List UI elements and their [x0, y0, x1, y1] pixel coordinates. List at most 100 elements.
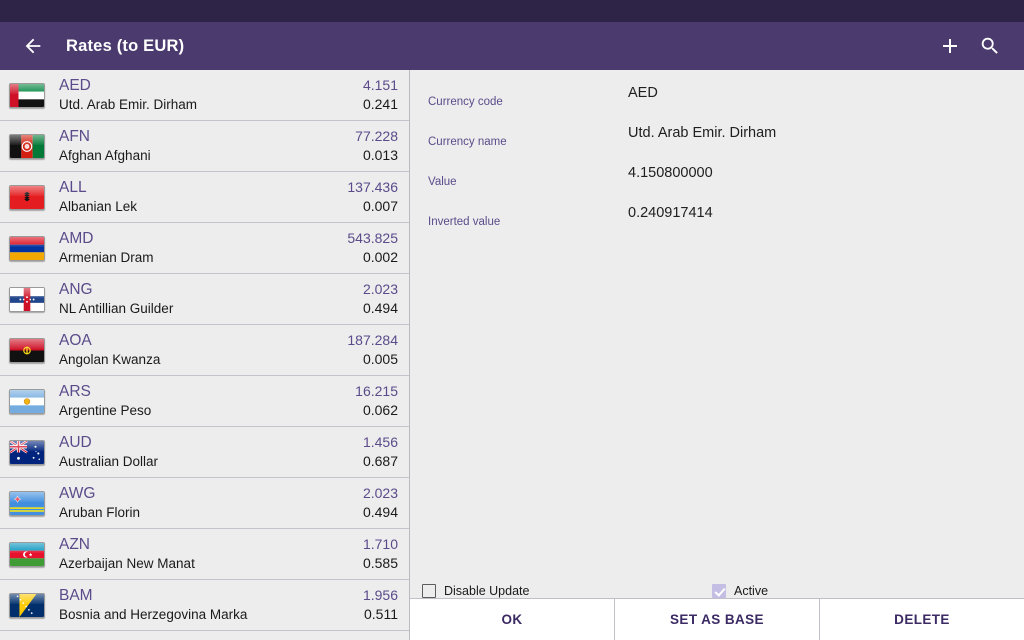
row-text: ANG 2.023 NL Antillian Guilder 0.494 [59, 280, 398, 318]
row-text: ALL 137.436 Albanian Lek 0.007 [59, 178, 398, 216]
currency-name: Aruban Florin [59, 503, 140, 522]
currency-inverted: 0.585 [363, 554, 398, 573]
currency-row-bam[interactable]: BAM 1.956 Bosnia and Herzegovina Marka 0.51… [0, 580, 409, 631]
currency-rate: 543.825 [347, 229, 398, 248]
currency-name: Afghan Afghani [59, 146, 151, 165]
delete-button[interactable]: DELETE [820, 599, 1024, 640]
currency-inverted: 0.005 [363, 350, 398, 369]
search-icon[interactable] [970, 26, 1010, 66]
currency-row-amd[interactable]: AMD543.825Armenian Dram0.002 [0, 223, 409, 274]
ok-button[interactable]: OK [410, 599, 615, 640]
currency-rate: 1.710 [363, 535, 398, 554]
currency-inverted: 0.062 [363, 401, 398, 420]
detail-field-currency-name: Currency nameUtd. Arab Emir. Dirham [428, 124, 1010, 164]
flag-icon-aw [9, 491, 45, 516]
detail-field-label: Currency code [428, 84, 628, 108]
back-icon[interactable] [18, 31, 48, 61]
active-label: Active [734, 584, 768, 598]
currency-name: Azerbaijan New Manat [59, 554, 195, 573]
currency-code: ANG [59, 280, 93, 299]
row-text: AUD1.456Australian Dollar0.687 [59, 433, 398, 471]
status-bar [0, 0, 1024, 22]
detail-field-value: Utd. Arab Emir. Dirham [628, 117, 776, 150]
currency-name: Albanian Lek [59, 197, 137, 216]
active-checkbox[interactable]: Active [712, 584, 768, 598]
flag-icon-az [9, 542, 45, 567]
currency-code: AOA [59, 331, 92, 350]
disable-update-checkbox[interactable]: Disable Update [422, 584, 712, 598]
flag-icon-af [9, 134, 45, 159]
currency-rate: 187.284 [347, 331, 398, 350]
detail-field-input[interactable]: AED [628, 84, 1010, 102]
currency-name: Argentine Peso [59, 401, 151, 420]
action-button-bar: OK SET AS BASE DELETE [410, 598, 1024, 640]
currency-inverted: 0.494 [363, 299, 398, 318]
row-text: AZN 1.710 Azerbaijan New Manat 0.585 [59, 535, 398, 573]
currency-name: Bosnia and Herzegovina Marka [59, 605, 247, 624]
currency-rate: 1.956 [363, 586, 398, 605]
row-text: AOA 187.284 Angolan Kwanza 0.005 [59, 331, 398, 369]
row-text: AED 4.151 Utd. Arab Emir. Dirham 0.241 [59, 76, 398, 114]
flag-icon-an [9, 287, 45, 312]
currency-row-azn[interactable]: AZN 1.710 Azerbaijan New Manat 0.585 [0, 529, 409, 580]
page-title: Rates (to EUR) [66, 37, 184, 56]
currency-row-aud[interactable]: AUD1.456Australian Dollar0.687 [0, 427, 409, 478]
currency-rate: 1.456 [363, 433, 398, 452]
detail-fields: Currency codeAEDCurrency nameUtd. Arab E… [410, 70, 1024, 575]
flag-icon-al [9, 185, 45, 210]
currency-code: AWG [59, 484, 95, 503]
currency-code: ALL [59, 178, 87, 197]
currency-list[interactable]: AED4.151Utd. Arab Emir. Dirham0.241AFN77… [0, 70, 410, 640]
detail-field-input[interactable]: Utd. Arab Emir. Dirham [628, 124, 1010, 142]
currency-inverted: 0.013 [363, 146, 398, 165]
detail-field-label: Currency name [428, 124, 628, 148]
currency-row-all[interactable]: ALL 137.436 Albanian Lek 0.007 [0, 172, 409, 223]
content-body: AED4.151Utd. Arab Emir. Dirham0.241AFN77… [0, 70, 1024, 640]
currency-row-aed[interactable]: AED 4.151 Utd. Arab Emir. Dirham 0.241 [0, 70, 409, 121]
plus-icon[interactable] [930, 26, 970, 66]
disable-update-label: Disable Update [444, 584, 529, 598]
flag-icon-am [9, 236, 45, 261]
flag-icon-au [9, 440, 45, 465]
row-text: AFN77.228Afghan Afghani0.013 [59, 127, 398, 165]
currency-code: AFN [59, 127, 90, 146]
currency-inverted: 0.241 [363, 95, 398, 114]
flag-icon-ba [9, 593, 45, 618]
currency-name: Utd. Arab Emir. Dirham [59, 95, 197, 114]
row-text: ARS 16.215 Argentine Peso 0.062 [59, 382, 398, 420]
currency-row-ars[interactable]: ARS 16.215 Argentine Peso 0.062 [0, 376, 409, 427]
currency-rate: 4.151 [363, 76, 398, 95]
row-text: AWG2.023Aruban Florin0.494 [59, 484, 398, 522]
currency-code: ARS [59, 382, 91, 401]
detail-field-inverted-value: Inverted value0.240917414 [428, 204, 1010, 244]
detail-field-input[interactable]: 4.150800000 [628, 164, 1010, 182]
currency-inverted: 0.007 [363, 197, 398, 216]
detail-field-value: AED [628, 77, 658, 110]
currency-name: Angolan Kwanza [59, 350, 160, 369]
currency-code: BAM [59, 586, 93, 605]
row-text: BAM 1.956 Bosnia and Herzegovina Marka 0.51… [59, 586, 398, 624]
disable-update-box[interactable] [422, 584, 436, 598]
set-as-base-button[interactable]: SET AS BASE [615, 599, 820, 640]
currency-rate: 16.215 [355, 382, 398, 401]
currency-rate: 2.023 [363, 484, 398, 503]
detail-field-input[interactable]: 0.240917414 [628, 204, 1010, 222]
detail-checkboxes: Disable Update Active [410, 575, 1024, 598]
detail-field-value: 0.240917414 [628, 197, 713, 230]
detail-field-value: 4.150800000 [628, 157, 713, 190]
currency-code: AED [59, 76, 91, 95]
currency-code: AUD [59, 433, 92, 452]
currency-code: AZN [59, 535, 90, 554]
currency-name: NL Antillian Guilder [59, 299, 173, 318]
flag-icon-ae [9, 83, 45, 108]
currency-row-afn[interactable]: AFN77.228Afghan Afghani0.013 [0, 121, 409, 172]
currency-rate: 2.023 [363, 280, 398, 299]
currency-rate: 137.436 [347, 178, 398, 197]
currency-row-ang[interactable]: ANG 2.023 NL Antillian Guilder 0.494 [0, 274, 409, 325]
currency-inverted: 0.511 [364, 605, 398, 624]
app-screen: Rates (to EUR) AED 4.151 Utd. Arab Emir. D… [0, 0, 1024, 640]
active-box[interactable] [712, 584, 726, 598]
currency-row-aoa[interactable]: AOA 187.284 Angolan Kwanza 0.005 [0, 325, 409, 376]
currency-code: AMD [59, 229, 93, 248]
currency-row-awg[interactable]: AWG2.023Aruban Florin0.494 [0, 478, 409, 529]
